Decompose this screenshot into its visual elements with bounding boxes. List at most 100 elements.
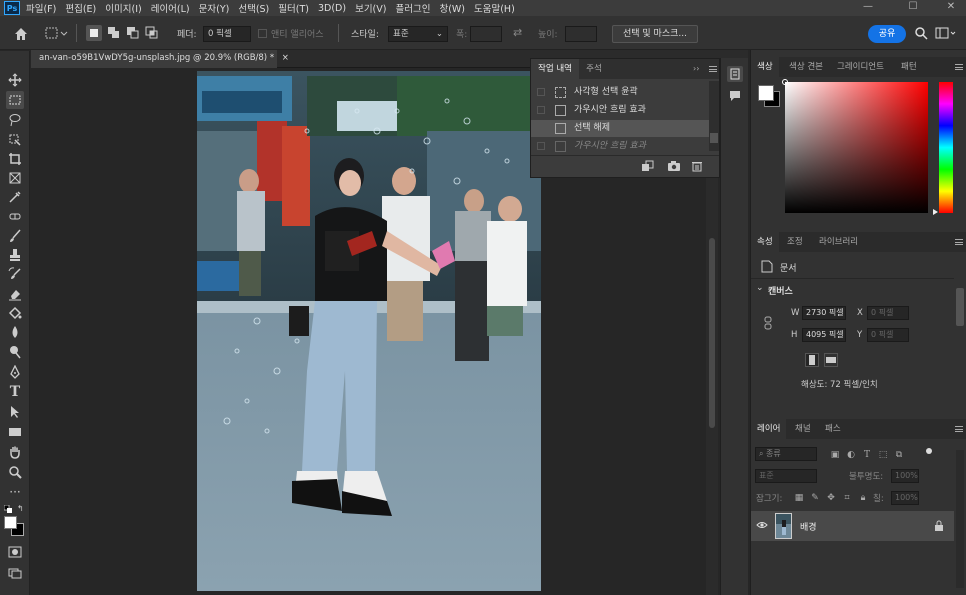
object-selection-icon[interactable] xyxy=(6,131,24,149)
share-button[interactable]: 공유 xyxy=(868,25,906,43)
antialias-checkbox[interactable] xyxy=(258,29,267,38)
search-icon[interactable] xyxy=(914,26,928,40)
history-brush-icon[interactable] xyxy=(6,265,24,283)
layers-scrollbar[interactable] xyxy=(956,450,964,588)
canvas-width-field[interactable]: 2730 픽셀 xyxy=(802,306,846,320)
tab-channels[interactable]: 채널 xyxy=(789,419,817,439)
new-document-from-state-icon[interactable] xyxy=(641,160,655,172)
eye-visibility-icon[interactable] xyxy=(756,520,768,530)
adjustment-layer-filter-icon[interactable]: ◐ xyxy=(845,449,857,461)
document-tab[interactable]: an-van-o59B1VwDY5g-unsplash.jpg @ 20.9% … xyxy=(31,50,289,68)
quick-mask-icon[interactable] xyxy=(6,543,24,561)
new-selection-icon[interactable] xyxy=(86,25,102,41)
lock-position-icon[interactable]: ✥ xyxy=(825,492,837,504)
blend-mode-select[interactable]: 표준 xyxy=(755,469,817,483)
lock-transparent-icon[interactable]: ▦ xyxy=(793,492,805,504)
color-picker-cursor[interactable] xyxy=(782,79,788,85)
more-tools-icon[interactable]: ··· xyxy=(6,483,24,501)
workspace-icon[interactable] xyxy=(935,26,957,40)
tab-swatches[interactable]: 색상 견본 xyxy=(783,57,829,77)
default-colors-icon[interactable] xyxy=(3,504,12,513)
panel-menu-icon[interactable] xyxy=(709,66,717,72)
history-snapshot-checkbox[interactable] xyxy=(537,106,545,114)
style-select[interactable]: 표준 ⌄ xyxy=(388,26,448,42)
rectangular-marquee-icon[interactable] xyxy=(6,91,24,109)
maximize-button[interactable]: ☐ xyxy=(898,0,928,16)
minimize-button[interactable]: — xyxy=(853,0,883,16)
crop-tool-icon[interactable] xyxy=(6,150,24,168)
document-canvas-image[interactable] xyxy=(197,71,541,591)
feather-input[interactable]: 0 픽셀 xyxy=(203,26,251,42)
lock-all-icon[interactable]: 🔒︎ xyxy=(857,492,869,504)
menu-filter[interactable]: 필터(T) xyxy=(278,1,309,15)
foreground-color-swatch[interactable] xyxy=(758,85,774,101)
history-item-selected[interactable]: 선택 해제 xyxy=(531,120,709,137)
screen-mode-icon[interactable] xyxy=(6,564,24,582)
comments-icon[interactable] xyxy=(727,88,743,104)
eraser-tool-icon[interactable] xyxy=(6,285,24,303)
width-input[interactable] xyxy=(470,26,502,42)
tab-paths[interactable]: 패스 xyxy=(819,419,847,439)
tab-layers[interactable]: 레이어 xyxy=(751,419,787,439)
dodge-tool-icon[interactable] xyxy=(6,343,24,361)
intersect-selection-icon[interactable] xyxy=(144,25,160,41)
height-input[interactable] xyxy=(565,26,597,42)
tab-properties[interactable]: 속성 xyxy=(751,232,779,252)
tab-gradients[interactable]: 그레이디언트 xyxy=(831,57,890,77)
hand-tool-icon[interactable] xyxy=(6,443,24,461)
collapse-panel-icon[interactable]: ›› xyxy=(693,64,699,73)
eyedropper-icon[interactable] xyxy=(6,188,24,206)
tab-libraries[interactable]: 라이브러리 xyxy=(813,232,864,252)
chevron-down-icon[interactable]: ⌄ xyxy=(756,283,764,293)
clone-stamp-icon[interactable] xyxy=(6,246,24,264)
close-tab-icon[interactable]: × xyxy=(282,53,289,63)
select-and-mask-button[interactable]: 선택 및 마스크... xyxy=(612,25,698,43)
move-tool-icon[interactable] xyxy=(6,71,24,89)
menu-file[interactable]: 파일(F) xyxy=(26,1,56,15)
tab-color[interactable]: 색상 xyxy=(751,57,779,77)
opacity-field[interactable]: 100% xyxy=(891,469,919,483)
zoom-tool-icon[interactable] xyxy=(6,463,24,481)
lock-pixels-icon[interactable]: ✎ xyxy=(809,492,821,504)
type-tool-icon[interactable]: T xyxy=(6,383,24,401)
smart-object-filter-icon[interactable]: ⧉ xyxy=(893,449,905,461)
pixel-layer-filter-icon[interactable]: ▣ xyxy=(829,449,841,461)
swap-colors-icon[interactable]: ↰ xyxy=(17,504,26,513)
add-to-selection-icon[interactable] xyxy=(106,25,122,41)
menu-layer[interactable]: 레이어(L) xyxy=(151,1,190,15)
menu-type[interactable]: 문자(Y) xyxy=(199,1,230,15)
hue-slider[interactable] xyxy=(933,82,953,215)
menu-3d[interactable]: 3D(D) xyxy=(318,3,346,14)
panel-menu-icon[interactable] xyxy=(955,64,963,70)
properties-scrollbar-thumb[interactable] xyxy=(956,288,964,326)
menu-view[interactable]: 보기(V) xyxy=(355,1,386,15)
swap-arrows-icon[interactable]: ⇄ xyxy=(513,27,527,41)
color-saturation-field[interactable] xyxy=(782,79,928,213)
menu-window[interactable]: 창(W) xyxy=(439,1,465,15)
tab-adjustments[interactable]: 조정 xyxy=(781,232,809,252)
camera-icon[interactable] xyxy=(667,160,681,172)
trash-icon[interactable] xyxy=(691,160,703,172)
tab-patterns[interactable]: 패턴 xyxy=(895,57,923,77)
type-layer-filter-icon[interactable]: T xyxy=(861,449,873,461)
portrait-orientation-icon[interactable] xyxy=(805,353,819,367)
tab-notes[interactable]: 주석 xyxy=(579,59,609,79)
history-snapshot-checkbox[interactable] xyxy=(537,142,545,150)
panel-menu-icon[interactable] xyxy=(955,426,963,432)
layer-name[interactable]: 배경 xyxy=(800,520,817,533)
shape-layer-filter-icon[interactable]: ⬚ xyxy=(877,449,889,461)
history-item-undone[interactable]: 가우시안 흐림 효과 xyxy=(531,138,709,155)
pen-tool-icon[interactable] xyxy=(6,363,24,381)
lock-artboard-icon[interactable]: ⌗ xyxy=(841,492,853,504)
canvas-x-field[interactable]: 0 픽셀 xyxy=(867,306,909,320)
paint-bucket-icon[interactable] xyxy=(6,304,24,322)
panel-menu-icon[interactable] xyxy=(955,239,963,245)
scrollbar-thumb[interactable] xyxy=(710,133,718,143)
canvas-y-field[interactable]: 0 픽셀 xyxy=(867,328,909,342)
path-selection-icon[interactable] xyxy=(6,403,24,421)
layer-row[interactable]: 배경 xyxy=(751,511,954,541)
menu-select[interactable]: 선택(S) xyxy=(238,1,269,15)
close-window-button[interactable]: ✕ xyxy=(936,0,966,16)
menu-edit[interactable]: 편집(E) xyxy=(65,1,96,15)
marquee-preset-icon[interactable] xyxy=(44,26,68,42)
